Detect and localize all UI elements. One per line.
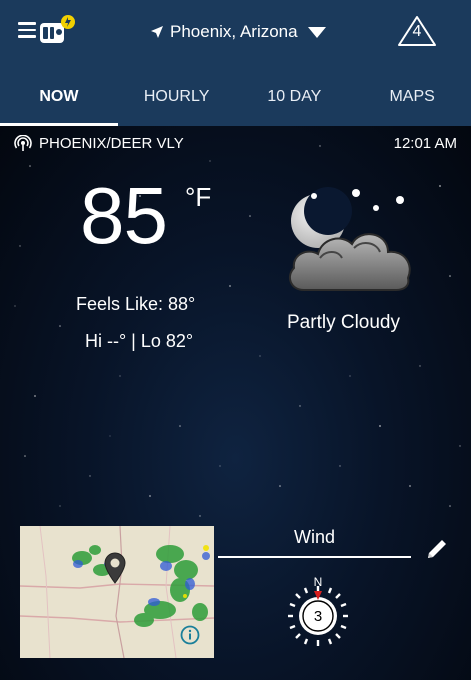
wind-speed-value: 3 bbox=[313, 608, 323, 625]
condition-text: Partly Cloudy bbox=[287, 312, 400, 333]
broadcast-station-icon bbox=[14, 135, 32, 151]
menu-icon[interactable] bbox=[18, 22, 36, 38]
location-pin-icon bbox=[104, 552, 126, 584]
top-app-bar: Phoenix, Arizona 4 bbox=[0, 0, 471, 68]
compass-north-label: N bbox=[314, 576, 323, 589]
temperature-unit[interactable]: °F bbox=[185, 182, 211, 213]
station-name[interactable]: PHOENIX/DEER VLY bbox=[39, 135, 184, 152]
info-icon[interactable] bbox=[180, 625, 200, 645]
partly-cloudy-night-icon bbox=[288, 187, 411, 291]
wind-title-underline bbox=[218, 556, 411, 558]
location-selector[interactable]: Phoenix, Arizona bbox=[150, 20, 326, 44]
tab-10-day[interactable]: 10 DAY bbox=[236, 68, 354, 126]
station-row: PHOENIX/DEER VLY 12:01 AM bbox=[14, 134, 457, 152]
tab-now[interactable]: NOW bbox=[0, 68, 118, 126]
feels-like: Feels Like: 88° bbox=[76, 294, 196, 314]
observation-time: 12:01 AM bbox=[393, 134, 457, 152]
alerts-count-badge[interactable]: 4 bbox=[396, 20, 438, 41]
location-name: Phoenix, Arizona bbox=[170, 22, 298, 41]
radar-map-thumbnail[interactable] bbox=[20, 526, 214, 658]
navigation-arrow-icon bbox=[151, 26, 163, 38]
tab-bar: NOW HOURLY 10 DAY MAPS bbox=[0, 68, 471, 126]
tab-maps[interactable]: MAPS bbox=[353, 68, 471, 126]
hi-lo-temperature: Hi --° | Lo 82° bbox=[85, 331, 194, 351]
app-logo-icon[interactable] bbox=[38, 14, 76, 48]
chevron-down-icon bbox=[307, 26, 326, 38]
current-temperature: 85 bbox=[80, 171, 168, 260]
edit-pencil-icon[interactable] bbox=[424, 536, 450, 562]
wind-card-title: Wind bbox=[293, 527, 335, 547]
tab-hourly[interactable]: HOURLY bbox=[118, 68, 236, 126]
